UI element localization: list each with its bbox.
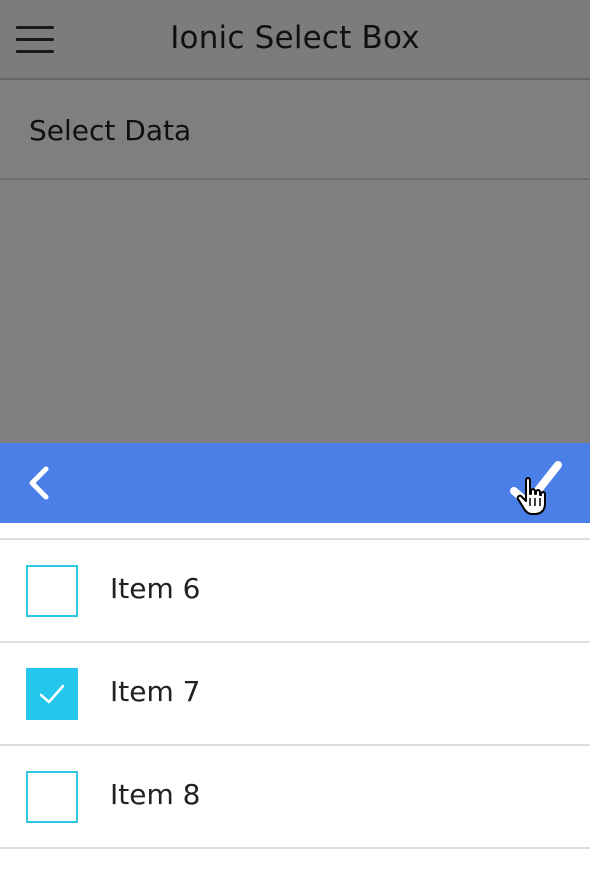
modal-toolbar [0,443,590,523]
list-item[interactable]: Item 6 [0,540,590,643]
select-modal: Item 5 Item 6 Item 7 Item 8 [0,443,590,885]
chevron-left-icon[interactable] [20,463,60,503]
list-item[interactable]: Item 8 [0,746,590,849]
list-item[interactable]: Item 7 [0,643,590,746]
checkmark-icon[interactable] [506,457,570,521]
item-label: Item 6 [110,572,201,605]
item-label: Item 7 [110,675,201,708]
item-label: Item 8 [110,778,201,811]
checkbox[interactable] [26,565,78,617]
checkbox[interactable] [26,771,78,823]
options-list: Item 5 Item 6 Item 7 Item 8 [0,523,590,885]
checkbox[interactable] [26,668,78,720]
check-icon [39,684,65,704]
list-item[interactable]: Item 5 [0,523,590,540]
app-screen: Ionic Select Box Select Data Item 5Item … [0,0,590,885]
